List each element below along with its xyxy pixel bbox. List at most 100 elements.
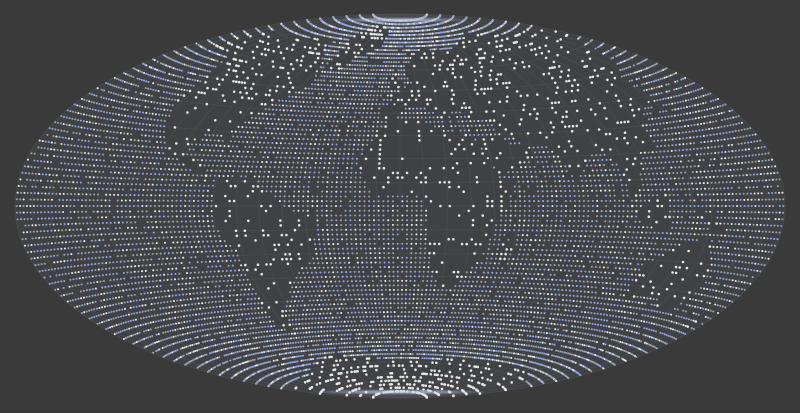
ocean-point [551,244,554,247]
ocean-point [67,247,70,250]
ocean-point [427,341,430,344]
ocean-point [649,231,652,234]
ocean-point [677,232,680,235]
ocean-point [317,343,320,347]
ocean-point [707,308,710,312]
ocean-point [404,315,407,318]
world-map[interactable] [0,0,800,413]
ocean-point [343,320,346,323]
ocean-point [176,262,179,265]
ocean-point [163,290,166,293]
ocean-point [178,256,181,260]
land-point [694,320,698,323]
ocean-point [557,328,560,331]
ocean-point [199,230,202,233]
ocean-point [611,332,614,335]
ocean-point [372,353,375,356]
ocean-point [519,310,522,313]
ocean-point [234,259,237,262]
ocean-point [424,332,427,335]
ocean-point [396,288,400,291]
ocean-point [449,289,452,292]
ocean-point [575,315,579,318]
ocean-point [391,332,394,335]
ocean-point [485,335,488,338]
ocean-point [397,348,400,351]
ocean-point [218,285,221,288]
land-point [365,373,368,376]
ocean-point [350,280,353,283]
ocean-point [423,261,426,264]
ocean-point [709,317,712,320]
ocean-point [194,336,197,339]
ocean-point [647,309,650,312]
ocean-point [469,271,473,274]
ocean-point [350,298,353,301]
ocean-point [548,348,551,351]
ocean-point [415,242,418,245]
ocean-point [409,328,413,331]
ocean-point [623,288,626,292]
ocean-point [216,349,219,353]
ocean-point [224,347,227,350]
ocean-point [770,244,773,247]
ocean-point [301,299,304,302]
ocean-point [350,329,353,332]
ocean-point [268,335,271,338]
ocean-point [486,285,489,288]
ocean-point [375,328,378,331]
ocean-point [242,344,245,347]
ocean-point [395,352,398,355]
ocean-point [567,279,570,282]
ocean-point [488,335,491,338]
ocean-point [200,250,203,253]
ocean-point [384,279,387,282]
ocean-point [240,328,243,331]
ocean-point [531,292,534,295]
ocean-point [100,321,104,324]
ocean-point [491,308,494,311]
ocean-point [665,326,668,329]
ocean-point [485,262,488,265]
ocean-point [513,229,516,232]
ocean-point [120,232,123,235]
ocean-point [413,279,416,282]
ocean-point [548,366,552,369]
ocean-point [434,279,437,283]
ocean-point [502,327,505,330]
land-point [376,364,379,368]
ocean-point [546,347,549,350]
ocean-point [662,341,665,344]
ocean-point [381,293,384,296]
ocean-point [550,354,554,357]
ocean-point [669,327,672,330]
ocean-point [212,344,215,347]
ocean-point [342,325,345,328]
ocean-point [482,339,485,342]
ocean-point [471,280,475,283]
ocean-point [688,304,691,307]
ocean-point [194,256,197,259]
ocean-point [236,308,239,311]
ocean-point [370,302,373,305]
ocean-point [97,293,100,296]
ocean-point [248,317,251,320]
ocean-point [169,231,172,234]
ocean-point [85,289,88,292]
ocean-point [593,312,596,315]
ocean-point [553,234,556,237]
map-canvas[interactable] [0,0,800,413]
ocean-point [335,284,338,288]
ocean-point [512,258,515,261]
ocean-point [146,292,149,295]
ocean-point [207,301,210,304]
ocean-point [650,242,653,245]
ocean-point [550,322,553,325]
land-point [671,271,674,274]
ocean-point [153,247,156,250]
ocean-point [364,238,367,241]
ocean-point [483,330,486,333]
ocean-point [515,305,519,308]
ocean-point [281,338,284,341]
ocean-point [620,288,623,291]
